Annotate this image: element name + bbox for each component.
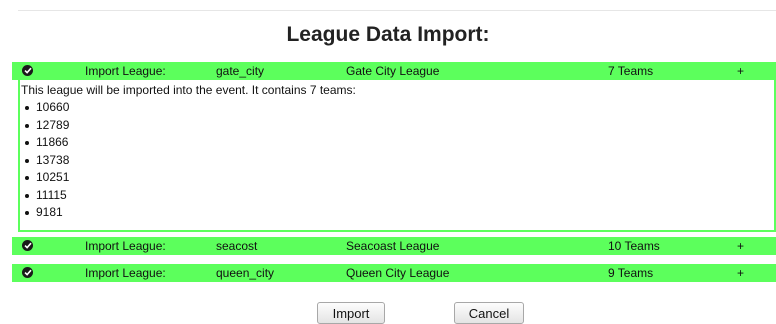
list-item: 10660 — [20, 99, 69, 117]
league-name: Seacoast League — [346, 239, 440, 253]
league-row-seacoast[interactable]: Import League: seacost Seacoast League 1… — [12, 237, 776, 255]
league-row-queen-city[interactable]: Import League: queen_city Queen City Lea… — [12, 264, 776, 282]
league-id: queen_city — [216, 266, 275, 280]
expand-plus-icon[interactable]: + — [737, 62, 744, 80]
league-name: Queen City League — [346, 266, 450, 280]
list-item: 9181 — [20, 204, 69, 222]
check-circle-icon[interactable] — [22, 240, 33, 251]
list-item: 12789 — [20, 117, 69, 135]
import-league-label: Import League: — [85, 266, 166, 280]
league-detail-panel: This league will be imported into the ev… — [18, 80, 776, 232]
team-list: 10660 12789 11866 13738 10251 11115 9181 — [20, 99, 69, 222]
list-item: 13738 — [20, 152, 69, 170]
league-id: gate_city — [216, 64, 265, 78]
list-item: 11115 — [20, 187, 69, 205]
league-id: seacost — [216, 239, 258, 253]
list-item: 11866 — [20, 134, 69, 152]
expand-plus-icon[interactable]: + — [737, 264, 744, 282]
team-count: 9 Teams — [608, 266, 654, 280]
league-name: Gate City League — [346, 64, 440, 78]
team-count: 7 Teams — [608, 64, 654, 78]
cancel-button[interactable]: Cancel — [454, 302, 524, 324]
top-divider — [18, 10, 776, 11]
expand-plus-icon[interactable]: + — [737, 237, 744, 255]
detail-description: This league will be imported into the ev… — [21, 83, 356, 97]
page-title: League Data Import: — [286, 23, 490, 46]
check-circle-icon[interactable] — [22, 267, 33, 278]
league-row-gate-city[interactable]: Import League: gate_city Gate City Leagu… — [12, 62, 776, 80]
list-item: 10251 — [20, 169, 69, 187]
import-league-label: Import League: — [85, 64, 166, 78]
import-button[interactable]: Import — [317, 302, 385, 324]
team-count: 10 Teams — [608, 239, 660, 253]
import-league-label: Import League: — [85, 239, 166, 253]
check-circle-icon[interactable] — [22, 65, 33, 76]
